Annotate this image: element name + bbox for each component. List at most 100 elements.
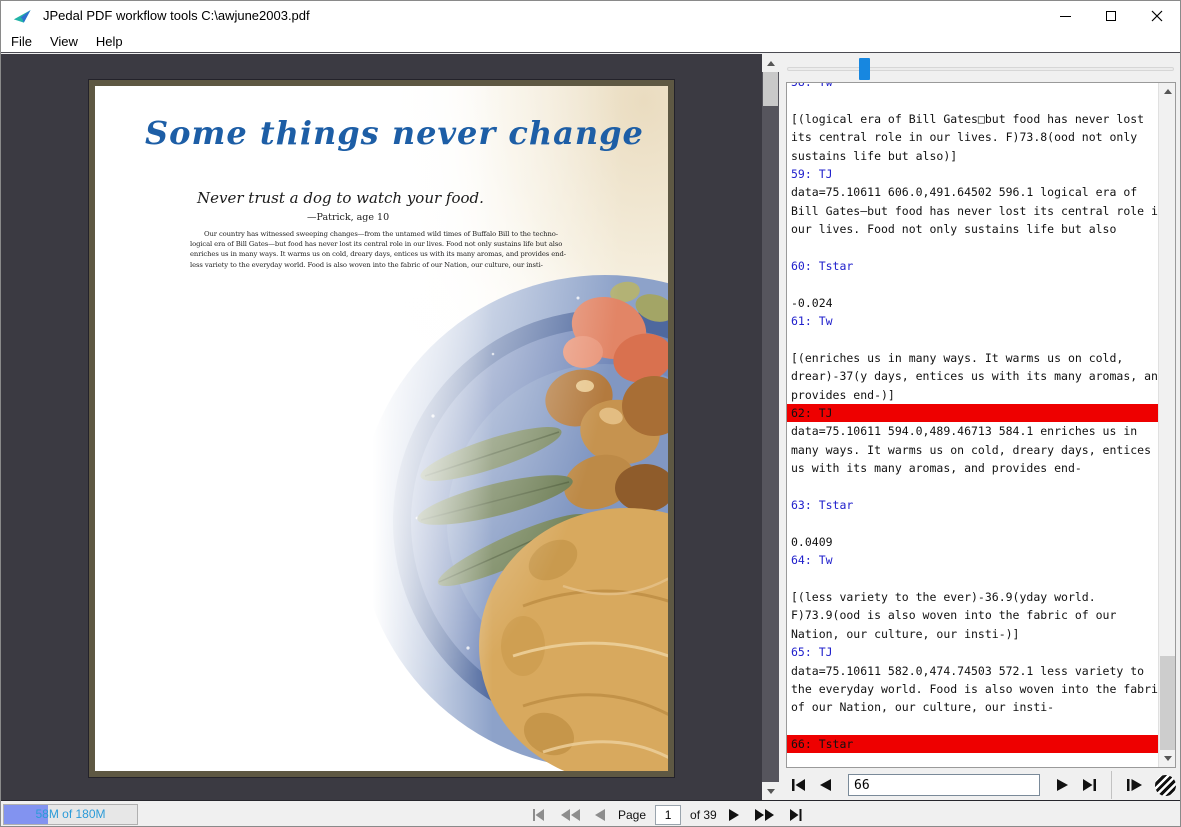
page-quote: Never trust a dog to watch your food. [197, 189, 484, 207]
console-line [787, 514, 1158, 532]
pdf-page: Some things never change Never trust a d… [89, 80, 674, 777]
last-page-button[interactable] [786, 803, 806, 827]
scroll-down-button[interactable] [762, 782, 779, 800]
page-label: Page [618, 808, 646, 822]
skip-to-end-icon [789, 809, 803, 821]
console-line: of our Nation, our culture, our insti- [787, 698, 1158, 716]
console-line: its central role in our lives. F)73.8(oo… [787, 128, 1158, 146]
close-button[interactable] [1134, 1, 1180, 31]
console-line: 63: Tstar [787, 496, 1158, 514]
scroll-up-button[interactable] [762, 54, 779, 72]
console-line: -0.024 [787, 294, 1158, 312]
scroll-down-button[interactable] [1159, 750, 1176, 767]
console-line: Nation, our culture, our insti-)] [787, 625, 1158, 643]
command-index-input[interactable] [848, 774, 1040, 796]
page-title: Some things never change [145, 114, 644, 152]
scroll-up-button[interactable] [1159, 83, 1176, 100]
fast-forward-icon [755, 809, 774, 821]
chevron-up-icon [767, 61, 775, 66]
page-navigation: Page of 39 [529, 801, 806, 827]
console-line: [(enriches us in many ways. It warms us … [787, 349, 1158, 367]
chevron-down-icon [1164, 756, 1172, 761]
striped-circle-icon [1155, 775, 1176, 796]
console-line: data=75.10611 606.0,491.64502 596.1 logi… [787, 183, 1158, 201]
command-console-panel: 58: Tw[(logical era of Bill Gates□but fo… [779, 54, 1181, 800]
memory-usage-label: 58M of 180M [4, 805, 137, 824]
app-window: JPedal PDF workflow tools C:\awjune2003.… [0, 0, 1181, 827]
console-line: 59: TJ [787, 165, 1158, 183]
toggle-display-button[interactable] [1149, 773, 1181, 797]
skip-to-end-icon [1081, 778, 1097, 792]
next-command-button[interactable] [1050, 773, 1075, 797]
menu-bar: FileViewHelp [1, 31, 1180, 53]
pdf-vertical-scrollbar[interactable] [762, 54, 779, 800]
next-icon [729, 809, 740, 821]
console-line [787, 478, 1158, 496]
page-number-input[interactable] [655, 805, 681, 825]
console-line [787, 239, 1158, 257]
skip-to-start-icon [532, 809, 546, 821]
console-line: 0.0409 [787, 533, 1158, 551]
first-page-button[interactable] [529, 803, 549, 827]
title-bar: JPedal PDF workflow tools C:\awjune2003.… [1, 1, 1180, 31]
console-line: the everyday world. Food is also woven i… [787, 680, 1158, 698]
page-count-label: of 39 [690, 808, 717, 822]
console-line: 60: Tstar [787, 257, 1158, 275]
first-command-button[interactable] [785, 773, 813, 797]
console-line: 58: Tw [787, 82, 1158, 91]
console-line: data=75.10611 582.0,474.74503 572.1 less… [787, 662, 1158, 680]
console-line: provides end-)] [787, 386, 1158, 404]
console-line [787, 330, 1158, 348]
slider-track[interactable] [787, 67, 1174, 71]
scrollbar-thumb[interactable] [763, 72, 778, 106]
command-slider [779, 56, 1181, 82]
back-10-pages-button[interactable] [558, 803, 583, 827]
pdf-page-content: Some things never change Never trust a d… [95, 86, 668, 771]
console-line: 62: TJ [787, 404, 1158, 422]
minimize-button[interactable] [1042, 1, 1088, 31]
page-body-paragraph: Our country has witnessed sweeping chang… [190, 229, 540, 270]
console-line [787, 570, 1158, 588]
console-line: Bill Gates—but food has never lost its c… [787, 202, 1158, 220]
page-body-line: enriches us in many ways. It warms us on… [190, 249, 540, 259]
command-lines: 58: Tw[(logical era of Bill Gates□but fo… [787, 82, 1158, 753]
console-line: 64: Tw [787, 551, 1158, 569]
pdf-viewer-panel: Some things never change Never trust a d… [1, 54, 779, 800]
console-vertical-scrollbar[interactable] [1158, 83, 1175, 767]
console-line: 65: TJ [787, 643, 1158, 661]
memory-usage-bar: 58M of 180M [3, 804, 138, 825]
console-line: [(less variety to the ever)-36.9(yday wo… [787, 588, 1158, 606]
main-area: Some things never change Never trust a d… [1, 54, 1180, 800]
controls-separator [1111, 771, 1112, 799]
command-stream-view[interactable]: 58: Tw[(logical era of Bill Gates□but fo… [786, 82, 1176, 768]
window-title: JPedal PDF workflow tools C:\awjune2003.… [43, 8, 310, 23]
console-line: many ways. It warms us on cold, dreary d… [787, 441, 1158, 459]
app-logo-icon [13, 8, 33, 24]
maximize-button[interactable] [1088, 1, 1134, 31]
maximize-icon [1106, 11, 1116, 21]
previous-icon [595, 809, 606, 821]
menu-item[interactable]: View [42, 32, 86, 51]
rewind-icon [561, 809, 580, 821]
previous-page-button[interactable] [592, 803, 609, 827]
scrollbar-thumb[interactable] [1160, 656, 1175, 752]
close-icon [1151, 10, 1163, 22]
minimize-icon [1060, 16, 1071, 17]
console-line: us with its many aromas, and provides en… [787, 459, 1158, 477]
console-line: 61: Tw [787, 312, 1158, 330]
previous-command-button[interactable] [813, 773, 838, 797]
console-line: 66: Tstar [787, 735, 1158, 753]
page-body-line: logical era of Bill Gates—but food has n… [190, 239, 540, 249]
last-command-button[interactable] [1075, 773, 1103, 797]
forward-10-pages-button[interactable] [752, 803, 777, 827]
console-line: drear)-37(y days, entices us with its ma… [787, 367, 1158, 385]
step-run-button[interactable] [1120, 773, 1149, 797]
menu-item[interactable]: Help [88, 32, 131, 51]
menu-item[interactable]: File [3, 32, 40, 51]
skip-to-start-icon [791, 778, 807, 792]
console-line [787, 91, 1158, 109]
next-page-button[interactable] [726, 803, 743, 827]
page-quote-attribution: —Patrick, age 10 [307, 212, 389, 223]
status-bar: 58M of 180M Page of 39 [1, 800, 1180, 827]
slider-handle[interactable] [859, 58, 870, 80]
